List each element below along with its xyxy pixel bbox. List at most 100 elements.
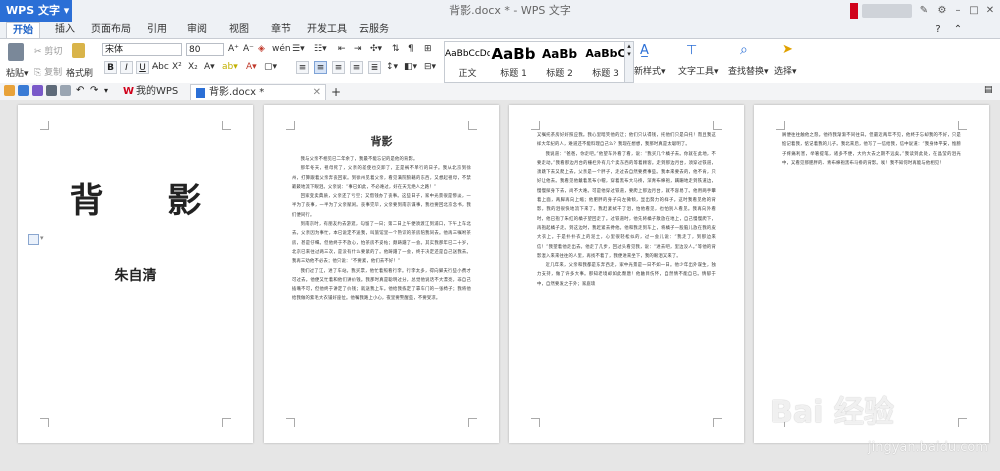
minimize-icon[interactable]: – <box>950 3 966 19</box>
shrink-font-icon[interactable]: A⁻ <box>243 44 254 54</box>
user-name-area[interactable] <box>862 4 912 18</box>
cut-button[interactable]: ✂ 剪切 <box>34 44 62 57</box>
menu-page-layout[interactable]: 页面布局 <box>88 22 134 38</box>
skin-icon[interactable]: ✎ <box>916 3 932 19</box>
menu-home[interactable]: 开始 <box>6 22 40 38</box>
highlight-icon[interactable]: ab▾ <box>222 62 238 72</box>
crop-mark <box>222 121 231 130</box>
paragraph: 那年冬天，祖母死了，父亲的差使也交卸了，正是祸不单行的日子。我从北京到徐州，打算… <box>292 166 471 190</box>
style-heading-3[interactable]: AaBbC 标题 3 <box>583 42 628 82</box>
print-preview-icon[interactable] <box>32 85 43 96</box>
line-spacing-icon[interactable]: ↕▾ <box>386 62 398 72</box>
select-icon[interactable]: ➤ <box>782 42 793 57</box>
export-pdf-icon[interactable] <box>60 85 71 96</box>
style-gallery-scroll[interactable]: ▴ ▾ <box>624 42 633 82</box>
paste-button[interactable]: 粘贴▾ <box>6 66 29 79</box>
new-style-icon[interactable]: A̲ <box>640 43 649 58</box>
show-marks-icon[interactable]: ¶ <box>408 44 414 54</box>
grow-font-icon[interactable]: A⁺ <box>228 44 239 54</box>
copy-label: 复制 <box>44 68 63 78</box>
page-1[interactable]: 背 影 朱自清 <box>18 105 253 443</box>
pinyin-icon[interactable]: wén <box>272 44 291 54</box>
italic-button[interactable]: I <box>120 61 133 74</box>
wps-logo-button[interactable]: WPS 文字 ▾ <box>0 0 72 22</box>
bold-button[interactable]: B <box>104 61 117 74</box>
superscript-icon[interactable]: X² <box>172 62 182 72</box>
menu-review[interactable]: 审阅 <box>180 22 214 38</box>
new-style-button[interactable]: 新样式▾ <box>634 64 666 77</box>
menu-insert[interactable]: 插入 <box>48 22 82 38</box>
shading-icon[interactable]: ◧▾ <box>404 62 417 72</box>
format-painter-icon[interactable] <box>72 43 85 58</box>
select-button[interactable]: 选择▾ <box>774 64 797 77</box>
menu-developer[interactable]: 开发工具 <box>304 22 350 38</box>
style-normal[interactable]: AaBbCcDd 正文 <box>445 42 490 82</box>
maximize-icon[interactable]: □ <box>966 3 982 19</box>
subscript-icon[interactable]: X₂ <box>188 62 198 72</box>
increase-indent-icon[interactable]: ⇥ <box>354 44 362 54</box>
border-icon[interactable]: ⊟▾ <box>424 62 436 72</box>
menu-cloud[interactable]: 云服务 <box>354 22 394 38</box>
align-right-button[interactable]: ≡ <box>332 61 345 74</box>
paragraph: 我说道：“爸爸，你走吧。”他望车外看了看，说：“我买几个橘子去。你就在此地，不要… <box>537 151 716 259</box>
table-icon[interactable]: ⊞ <box>424 44 432 54</box>
redo-icon[interactable]: ↷ <box>90 85 101 96</box>
collapse-ribbon-icon[interactable]: ⌃ <box>950 22 966 38</box>
paragraph-layout-dropdown-icon[interactable]: ▾ <box>40 234 44 242</box>
save-icon[interactable] <box>18 85 29 96</box>
font-color-icon[interactable]: A▾ <box>246 62 257 72</box>
sort-icon[interactable]: ⇅ <box>392 44 400 54</box>
tab-beiying-docx[interactable]: 背影.docx * ✕ <box>190 84 326 100</box>
close-icon[interactable]: ✕ <box>982 3 998 19</box>
tab-list-icon[interactable]: ▤ <box>984 85 995 96</box>
page-2[interactable]: 背影 我与父亲不相见已二年余了，我最不能忘记的是他的背影。 那年冬天，祖母死了，… <box>264 105 499 443</box>
crop-mark <box>40 418 49 427</box>
underline-button[interactable]: U <box>136 61 149 74</box>
strikethrough-icon[interactable]: A̶bc <box>152 62 169 72</box>
copy-button[interactable]: ⎘ 复制 <box>34 65 62 78</box>
new-tab-button[interactable]: + <box>328 84 344 100</box>
text-tools-icon[interactable]: ⊤ <box>686 43 697 58</box>
chinese-layout-icon[interactable]: ✣▾ <box>370 44 382 54</box>
style-heading-3-label: 标题 3 <box>592 69 619 79</box>
menu-view[interactable]: 视图 <box>222 22 256 38</box>
docx-file-icon <box>196 88 205 98</box>
page-3[interactable]: 又嘱托茶房好好照应我。我心里暗笑他的迂；他们只认得钱，托他们只是白托！而且我这样… <box>509 105 744 443</box>
settings-icon[interactable]: ⚙ <box>934 3 950 19</box>
decrease-indent-icon[interactable]: ⇤ <box>338 44 346 54</box>
char-border-icon[interactable]: ▢▾ <box>264 62 277 72</box>
undo-icon[interactable]: ↶ <box>76 85 87 96</box>
find-replace-icon[interactable]: ⌕ <box>740 42 748 58</box>
print-icon[interactable] <box>46 85 57 96</box>
user-avatar[interactable] <box>850 3 858 19</box>
crop-mark <box>531 418 540 427</box>
style-heading-1[interactable]: AaBb 标题 1 <box>491 42 536 82</box>
format-painter-label[interactable]: 格式刷 <box>66 66 93 79</box>
tab-my-wps[interactable]: W 我的WPS <box>118 84 190 100</box>
open-icon[interactable] <box>4 85 15 96</box>
paste-icon[interactable] <box>8 43 24 61</box>
font-size-select[interactable]: 80 <box>186 43 224 56</box>
justify-button[interactable]: ≡ <box>350 61 363 74</box>
help-icon[interactable]: ? <box>930 22 946 38</box>
align-center-button[interactable]: ≡ <box>314 61 327 74</box>
text-tools-button[interactable]: 文字工具▾ <box>678 64 719 77</box>
font-effect-icon[interactable]: A▾ <box>204 62 215 72</box>
quick-access-more-icon[interactable]: ▾ <box>104 85 115 96</box>
menu-section[interactable]: 章节 <box>264 22 298 38</box>
paragraph-layout-icon[interactable] <box>28 234 39 245</box>
distribute-button[interactable]: ≣ <box>368 61 381 74</box>
style-heading-2[interactable]: AaBb 标题 2 <box>537 42 582 82</box>
align-left-button[interactable]: ≡ <box>296 61 309 74</box>
tab-close-icon[interactable]: ✕ <box>313 85 321 101</box>
clear-format-icon[interactable]: ◈ <box>258 44 265 54</box>
window-title: 背影.docx * - WPS 文字 <box>449 4 571 17</box>
menu-references[interactable]: 引用 <box>140 22 174 38</box>
find-replace-button[interactable]: 查找替换▾ <box>728 64 769 77</box>
crop-mark <box>713 121 722 130</box>
bullet-list-icon[interactable]: ☰▾ <box>292 44 305 54</box>
numbered-list-icon[interactable]: ☷▾ <box>314 44 327 54</box>
crop-mark <box>286 121 295 130</box>
font-name-select[interactable]: 宋体 <box>102 43 182 56</box>
crop-mark <box>468 418 477 427</box>
